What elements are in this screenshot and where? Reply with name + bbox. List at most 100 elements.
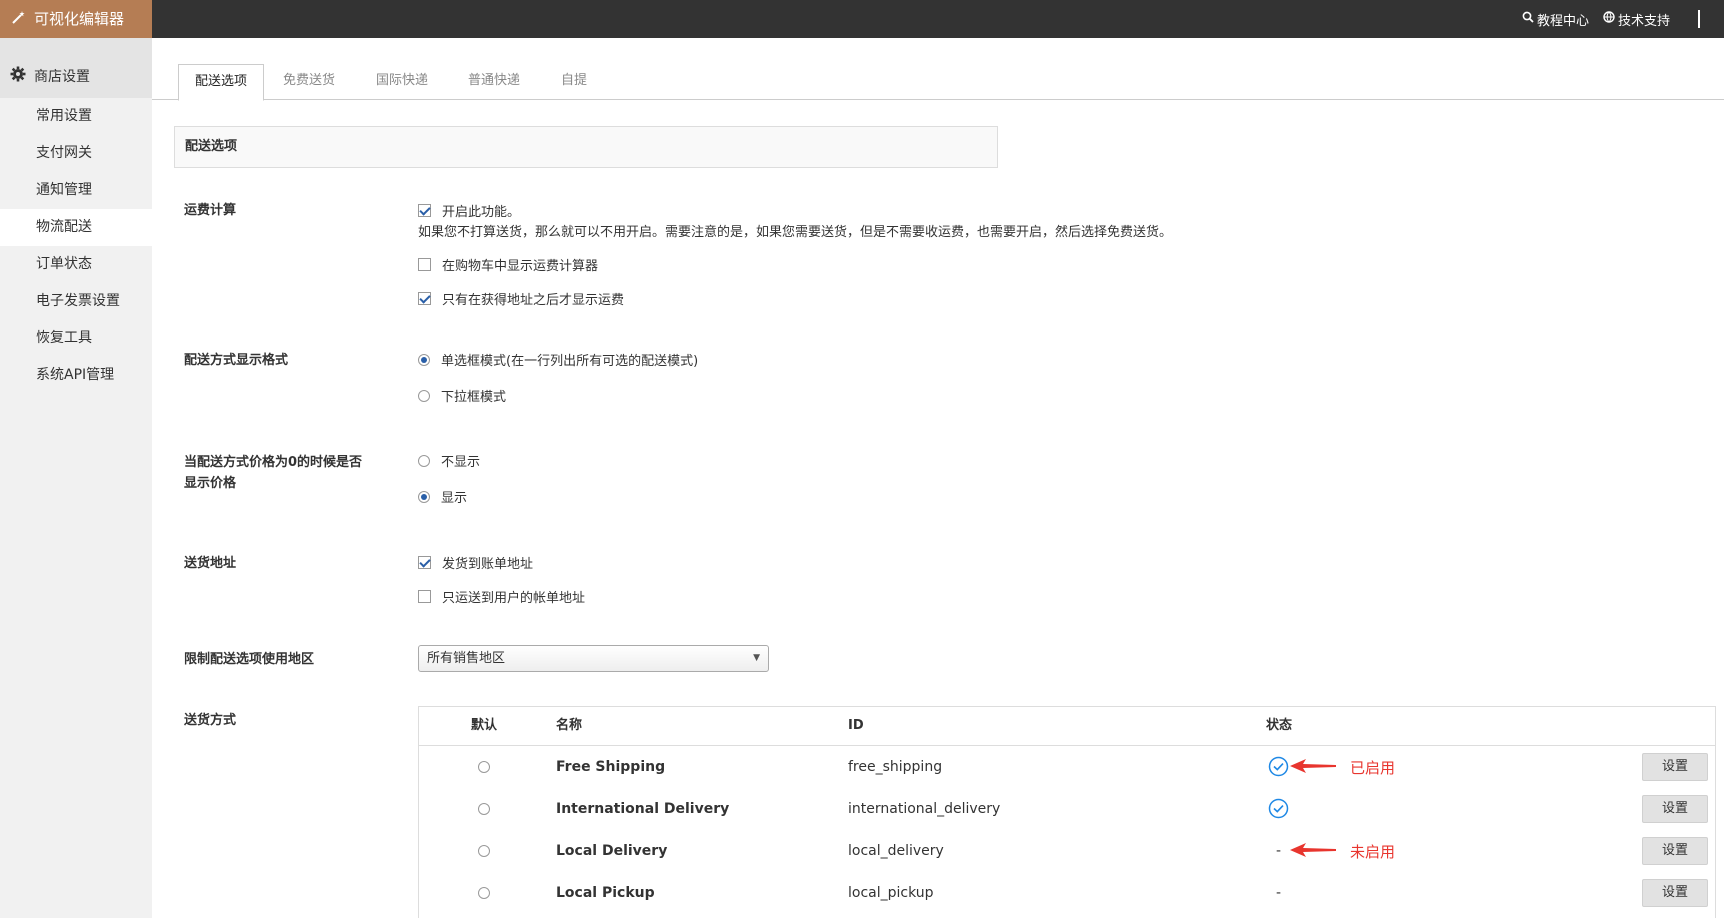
freight-enable-label: 开启此功能。 xyxy=(442,205,521,220)
cart-calc-option[interactable]: 在购物车中显示运费计算器 xyxy=(418,255,598,274)
zero-price-hide-radio[interactable] xyxy=(418,454,430,467)
sidebar-item-recovery-tools[interactable]: 恢复工具 xyxy=(0,320,152,357)
top-links: 教程中心 技术支持 xyxy=(1508,0,1706,38)
column-header-name: 名称 xyxy=(556,718,583,733)
zero-price-hide-label: 不显示 xyxy=(441,455,481,470)
chevron-down-icon: ▼ xyxy=(753,653,760,663)
status-annotation: 未启用 xyxy=(1290,841,1395,862)
ship-to-billing-checkbox[interactable] xyxy=(418,556,431,569)
methods-label: 送货方式 xyxy=(184,713,237,728)
display-format-dropdown-option[interactable]: 下拉框模式 xyxy=(418,386,506,405)
after-address-option[interactable]: 只有在获得地址之后才显示运费 xyxy=(418,289,624,308)
method-name: Local Pickup xyxy=(556,885,655,901)
annotation-text: 未启用 xyxy=(1350,843,1396,861)
sidebar-item-e-invoice[interactable]: 电子发票设置 xyxy=(0,283,152,320)
default-radio[interactable] xyxy=(478,761,490,773)
panel-toggle-icon[interactable] xyxy=(1692,10,1706,28)
freight-label: 运费计算 xyxy=(184,203,237,218)
sidebar-section-store-settings[interactable]: 商店设置 xyxy=(0,38,152,98)
dropdown-mode-radio[interactable] xyxy=(418,389,430,402)
sidebar-item-notifications[interactable]: 通知管理 xyxy=(0,172,152,209)
display-format-label: 配送方式显示格式 xyxy=(184,353,289,368)
method-id: free_shipping xyxy=(848,759,943,775)
table-row: International Delivery international_del… xyxy=(419,788,1715,830)
brand-label: 可视化编辑器 xyxy=(34,10,125,28)
method-id: local_pickup xyxy=(848,885,934,901)
billing-only-checkbox[interactable] xyxy=(418,590,431,603)
sidebar-item-order-status[interactable]: 订单状态 xyxy=(0,246,152,283)
zero-price-label-line2: 显示价格 xyxy=(184,476,237,491)
region-label: 限制配送选项使用地区 xyxy=(184,652,315,667)
dropdown-mode-label: 下拉框模式 xyxy=(441,390,507,405)
cart-calc-label: 在购物车中显示运费计算器 xyxy=(442,259,599,274)
disabled-status: - xyxy=(1276,843,1282,859)
column-header-id: ID xyxy=(848,718,864,733)
tab-shipping-options[interactable]: 配送选项 xyxy=(178,64,265,101)
zero-price-show-radio[interactable] xyxy=(418,490,430,503)
method-name: Local Delivery xyxy=(556,843,668,859)
sidebar-item-payment[interactable]: 支付网关 xyxy=(0,135,152,172)
tab-international[interactable]: 国际快递 xyxy=(360,64,444,100)
default-radio[interactable] xyxy=(478,887,490,899)
after-address-label: 只有在获得地址之后才显示运费 xyxy=(442,293,625,308)
arrow-left-icon xyxy=(1290,842,1336,861)
billing-only-option[interactable]: 只运送到用户的帐单地址 xyxy=(418,587,585,606)
zero-price-label-line1: 当配送方式价格为0的时候是否 xyxy=(184,455,363,470)
ship-to-billing-option[interactable]: 发货到账单地址 xyxy=(418,553,533,572)
zero-price-label: 当配送方式价格为0的时候是否 显示价格 xyxy=(184,452,362,494)
default-radio[interactable] xyxy=(478,803,490,815)
settings-button[interactable]: 设置 xyxy=(1642,753,1708,781)
support-label: 技术支持 xyxy=(1617,13,1670,29)
method-name: Free Shipping xyxy=(556,759,666,775)
section-title: 配送选项 xyxy=(174,126,998,168)
ship-address-label: 送货地址 xyxy=(184,556,237,571)
tab-pickup[interactable]: 自提 xyxy=(545,64,603,100)
billing-only-label: 只运送到用户的帐单地址 xyxy=(442,591,586,606)
region-select-value: 所有销售地区 xyxy=(427,651,506,666)
freight-description: 如果您不打算送货，那么就可以不用开启。需要注意的是，如果您需要送货，但是不需要收… xyxy=(418,225,1173,240)
sidebar-item-shipping[interactable]: 物流配送 xyxy=(0,209,152,246)
radio-mode-label: 单选框模式(在一行列出所有可选的配送模式) xyxy=(441,354,699,369)
settings-button[interactable]: 设置 xyxy=(1642,837,1708,865)
after-address-checkbox[interactable] xyxy=(418,292,431,305)
default-radio[interactable] xyxy=(478,845,490,857)
annotation-text: 已启用 xyxy=(1350,759,1396,777)
table-row: Local Delivery local_delivery - 未启用 设置 xyxy=(419,830,1715,872)
display-format-radio-option[interactable]: 单选框模式(在一行列出所有可选的配送模式) xyxy=(418,350,698,369)
enabled-check-icon xyxy=(1268,756,1289,781)
tab-bar: 配送选项 免费送货 国际快递 普通快递 自提 xyxy=(152,38,1724,101)
support-link[interactable]: 技术支持 xyxy=(1603,10,1670,29)
zero-price-show-label: 显示 xyxy=(441,491,468,506)
sidebar-item-general[interactable]: 常用设置 xyxy=(0,98,152,135)
zero-price-show-option[interactable]: 显示 xyxy=(418,487,467,506)
method-id: local_delivery xyxy=(848,843,944,859)
column-header-default: 默认 xyxy=(471,718,498,733)
method-id: international_delivery xyxy=(848,801,1001,817)
visual-editor-button[interactable]: 可视化编辑器 xyxy=(0,0,152,38)
tab-standard[interactable]: 普通快递 xyxy=(452,64,536,100)
tab-free-shipping[interactable]: 免费送货 xyxy=(267,64,351,100)
magic-wand-icon xyxy=(12,0,28,38)
enabled-check-icon xyxy=(1268,798,1289,823)
top-bar: 可视化编辑器 教程中心 技术支持 xyxy=(0,0,1724,38)
settings-button[interactable]: 设置 xyxy=(1642,795,1708,823)
tutorial-label: 教程中心 xyxy=(1536,13,1589,29)
disabled-status: - xyxy=(1276,885,1282,901)
status-annotation: 已启用 xyxy=(1290,757,1395,778)
region-select[interactable]: 所有销售地区 ▼ xyxy=(418,645,769,672)
gear-icon xyxy=(10,66,26,86)
zero-price-hide-option[interactable]: 不显示 xyxy=(418,451,480,470)
freight-enable-checkbox[interactable] xyxy=(418,204,431,217)
search-icon xyxy=(1522,11,1537,27)
radio-mode-radio[interactable] xyxy=(418,353,430,366)
table-row: Local Pickup local_pickup - 设置 xyxy=(419,872,1715,914)
cart-calc-checkbox[interactable] xyxy=(418,258,431,271)
settings-button[interactable]: 设置 xyxy=(1642,879,1708,907)
ship-to-billing-label: 发货到账单地址 xyxy=(442,557,534,572)
method-name: International Delivery xyxy=(556,801,730,817)
sidebar-item-system-api[interactable]: 系统API管理 xyxy=(0,357,152,394)
freight-enable-option[interactable]: 开启此功能。 xyxy=(418,201,520,220)
globe-icon xyxy=(1603,11,1618,27)
column-header-status: 状态 xyxy=(1266,718,1293,733)
tutorial-link[interactable]: 教程中心 xyxy=(1522,10,1589,29)
